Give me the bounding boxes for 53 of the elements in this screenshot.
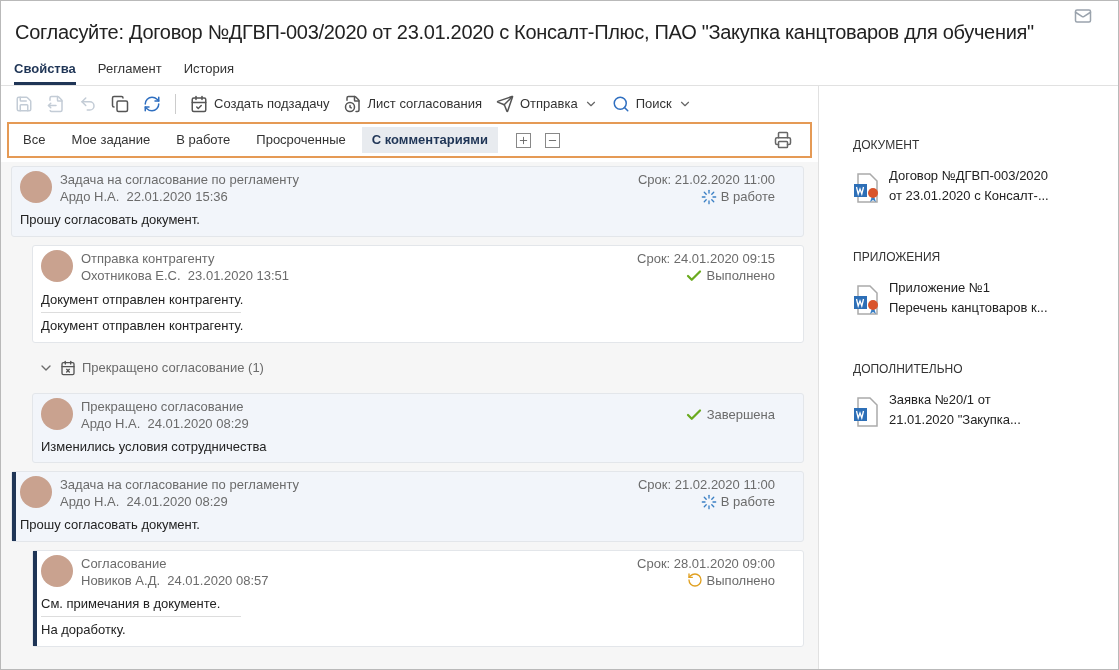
toolbar-button[interactable]: Поиск [605,90,698,118]
task-card[interactable]: Прекращено согласование Ардо Н.А. 24.01.2020 08:29 Завершена Изменились условия сотрудничества [32,392,804,463]
filter-tab[interactable]: Все [13,127,56,153]
document-link[interactable]: Приложение №1 [889,278,1048,298]
task-title: Задача на согласование по регламенту [60,476,301,493]
section-heading: ДОПОЛНИТЕЛЬНО [853,361,964,378]
task-title: Отправка контрагенту [81,249,216,267]
task-card[interactable]: Задача на согласование по регламенту Ардо Н.А. 22.01.2020 15:36 Срок: 21.02.2020 11:00 В работе Прошу согласовать документ. [11,166,804,237]
toolbar-button[interactable]: Лист согласования [337,90,488,118]
comment-text: На доработку. [41,622,126,637]
toolbar-button[interactable]: Отправка [489,90,604,118]
task-author: Ардо Н.А. 24.01.2020 08:29 [81,414,250,432]
deadline: Срок: 28.01.2020 09:00 [637,554,775,572]
filter-tab[interactable]: Мое задание [61,127,161,153]
section-heading: ДОКУМЕНТ [853,137,921,154]
status-text: Выполнено [706,571,775,589]
document-link[interactable]: Договор №ДГВП-003/2020 [889,166,1049,186]
task-author: Охотникова Е.С. 23.01.2020 13:51 [81,266,291,284]
deadline: Срок: 21.02.2020 11:00 [638,476,775,493]
window-title: Согласуйте: Договор №ДГВП-003/2020 от 23.01.2020 с Консалт-Плюс, ПАО "Закупка канцтоваров для обучения" [15,21,1034,43]
task-author: Новиков А.Д. 24.01.2020 08:57 [81,571,270,589]
status-text: В работе [720,493,775,510]
section-heading: ПРИЛОЖЕНИЯ [853,249,942,266]
deadline: Срок: 21.02.2020 11:00 [638,171,775,188]
document-link[interactable]: 21.01.2020 "Закупка... [889,410,1021,430]
document-link[interactable]: Заявка №20/1 от [889,390,1021,410]
toolbar-button[interactable]: Создать подзадачу [184,90,336,118]
comment-text: Прошу согласовать документ. [20,212,200,227]
status-text: Выполнено [706,267,775,284]
task-title: Прекращено согласование [81,397,245,415]
document-link[interactable]: Перечень канцтоваров к... [889,298,1048,318]
status-text: Завершена [706,406,775,423]
task-author: Ардо Н.А. 22.01.2020 15:36 [60,188,229,205]
tab[interactable]: История [183,55,235,85]
tab[interactable]: Регламент [97,55,162,85]
task-author: Ардо Н.А. 24.01.2020 08:29 [60,493,229,510]
comment-text: Изменились условия сотрудничества [41,438,267,454]
comment-text: Документ отправлен контрагенту. [41,291,244,307]
comment-text: Прошу согласовать документ. [20,517,200,532]
filter-tab[interactable]: Просроченные [246,127,356,153]
deadline: Срок: 24.01.2020 09:15 [637,249,775,267]
document-link[interactable]: от 23.01.2020 с Консалт-... [889,186,1049,206]
task-title: Согласование [81,554,168,572]
filter-tab[interactable]: С комментариями [361,127,498,153]
status-text: В работе [720,188,775,205]
task-card[interactable]: Отправка контрагенту Охотникова Е.С. 23.01.2020 13:51 Срок: 24.01.2020 09:15 Выполнено Документ отправлен контрагенту. Документ отправлен контрагенту. [32,244,804,343]
task-title: Задача на согласование по регламенту [60,171,301,188]
group-toggle[interactable]: Прекращено согласование (1) [32,350,804,385]
comment-text: Документ отправлен контрагенту. [41,318,244,333]
comment-text: См. примечания в документе. [41,595,221,611]
task-card[interactable]: Задача на согласование по регламенту Ардо Н.А. 24.01.2020 08:29 Срок: 21.02.2020 11:00 В работе Прошу согласовать документ. [11,471,804,542]
task-card[interactable]: Согласование Новиков А.Д. 24.01.2020 08:57 Срок: 28.01.2020 09:00 Выполнено См. примечания в документе. На доработку. [32,549,804,647]
filter-tab[interactable]: В работе [166,127,241,153]
